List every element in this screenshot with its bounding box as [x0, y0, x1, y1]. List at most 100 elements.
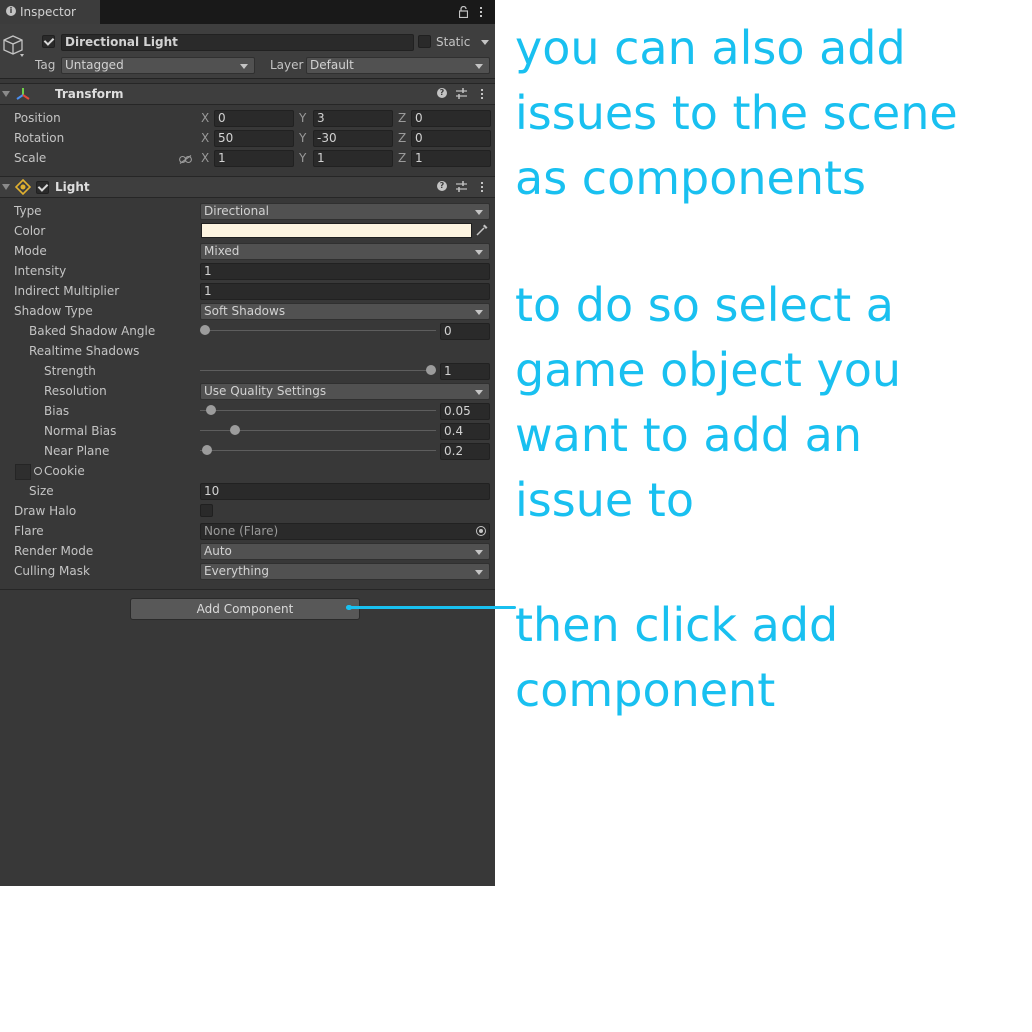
culling-mask-dropdown[interactable]: Everything: [200, 563, 490, 580]
rotation-y-field[interactable]: -30: [313, 130, 393, 147]
annotation-line: then click add: [515, 598, 839, 652]
static-label: Static: [436, 35, 471, 49]
chevron-down-icon: [475, 570, 483, 575]
baked-shadow-angle-slider[interactable]: [200, 330, 436, 331]
chevron-down-icon: [475, 310, 483, 315]
draw-halo-checkbox[interactable]: [200, 504, 213, 517]
scale-x-field[interactable]: 1: [214, 150, 294, 167]
presets-icon[interactable]: [456, 88, 467, 99]
realtime-shadows-label: Realtime Shadows: [29, 344, 140, 358]
near-plane-slider[interactable]: [200, 450, 436, 451]
component-menu-icon[interactable]: [481, 89, 484, 100]
bias-field[interactable]: 0.05: [440, 403, 490, 420]
inspector-panel: i Inspector Directional Light Static Tag…: [0, 0, 495, 886]
scale-z-field[interactable]: 1: [411, 150, 491, 167]
transform-icon: [15, 87, 31, 101]
object-picker-icon[interactable]: [34, 467, 42, 475]
type-value: Directional: [204, 204, 269, 218]
flare-label: Flare: [14, 524, 44, 538]
resolution-dropdown[interactable]: Use Quality Settings: [200, 383, 490, 400]
axis-y-label: Y: [299, 131, 307, 145]
layer-dropdown[interactable]: Default: [306, 57, 490, 74]
intensity-label: Intensity: [14, 264, 67, 278]
axis-x-label: X: [201, 151, 210, 165]
help-icon[interactable]: ?: [437, 181, 447, 191]
color-swatch[interactable]: [201, 223, 472, 238]
light-title: Light: [55, 180, 90, 194]
tag-dropdown[interactable]: Untagged: [61, 57, 255, 74]
strength-label: Strength: [44, 364, 96, 378]
eyedropper-icon[interactable]: [476, 224, 488, 236]
cookie-thumbnail[interactable]: [15, 464, 31, 480]
chevron-down-icon: [475, 250, 483, 255]
lock-icon[interactable]: [458, 5, 469, 19]
strength-knob[interactable]: [426, 365, 436, 375]
add-component-button[interactable]: Add Component: [130, 598, 360, 620]
static-dropdown-arrow-icon[interactable]: [481, 40, 489, 45]
component-menu-icon[interactable]: [481, 182, 484, 193]
indirect-multiplier-field[interactable]: 1: [200, 283, 490, 300]
culling-mask-label: Culling Mask: [14, 564, 90, 578]
tab-inspector[interactable]: i Inspector: [0, 0, 100, 24]
rotation-x-field[interactable]: 50: [214, 130, 294, 147]
tab-inspector-label: Inspector: [20, 5, 76, 19]
scale-label: Scale: [14, 151, 47, 165]
axis-z-label: Z: [398, 111, 407, 125]
mode-value: Mixed: [204, 244, 240, 258]
active-checkbox[interactable]: [42, 35, 55, 48]
static-checkbox[interactable]: [418, 35, 431, 48]
tag-value: Untagged: [65, 58, 124, 72]
near-plane-knob[interactable]: [202, 445, 212, 455]
normal-bias-field[interactable]: 0.4: [440, 423, 490, 440]
tab-menu-icon[interactable]: [480, 7, 483, 18]
size-label: Size: [29, 484, 54, 498]
position-label: Position: [14, 111, 61, 125]
mode-dropdown[interactable]: Mixed: [200, 243, 490, 260]
annotation-line: as components: [515, 151, 866, 205]
light-header[interactable]: Light ?: [0, 176, 495, 198]
size-field[interactable]: 10: [200, 483, 490, 500]
rotation-z-field[interactable]: 0: [411, 130, 491, 147]
strength-field[interactable]: 1: [440, 363, 490, 380]
bias-label: Bias: [44, 404, 70, 418]
annotation-line: issues to the scene: [515, 86, 958, 140]
draw-halo-label: Draw Halo: [14, 504, 77, 518]
normal-bias-knob[interactable]: [230, 425, 240, 435]
scale-y-field[interactable]: 1: [313, 150, 393, 167]
foldout-arrow-icon[interactable]: [2, 184, 10, 190]
constrain-proportions-icon[interactable]: [179, 153, 192, 164]
foldout-arrow-icon[interactable]: [2, 91, 10, 97]
chevron-down-icon: [475, 390, 483, 395]
presets-icon[interactable]: [456, 181, 467, 192]
rotation-label: Rotation: [14, 131, 65, 145]
flare-field[interactable]: None (Flare): [200, 523, 490, 540]
normal-bias-label: Normal Bias: [44, 424, 117, 438]
transform-header[interactable]: Transform ?: [0, 83, 495, 105]
bias-knob[interactable]: [206, 405, 216, 415]
near-plane-field[interactable]: 0.2: [440, 443, 490, 460]
baked-shadow-angle-label: Baked Shadow Angle: [29, 324, 156, 338]
flare-value: None (Flare): [204, 524, 279, 538]
axis-x-label: X: [201, 111, 210, 125]
axis-y-label: Y: [299, 151, 307, 165]
type-label: Type: [14, 204, 42, 218]
bias-slider[interactable]: [200, 410, 436, 411]
baked-shadow-angle-field[interactable]: 0: [440, 323, 490, 340]
help-icon[interactable]: ?: [437, 88, 447, 98]
annotation-line: issue to: [515, 473, 694, 527]
intensity-field[interactable]: 1: [200, 263, 490, 280]
light-enabled-checkbox[interactable]: [36, 181, 49, 194]
render-mode-dropdown[interactable]: Auto: [200, 543, 490, 560]
shadow-type-dropdown[interactable]: Soft Shadows: [200, 303, 490, 320]
render-mode-value: Auto: [204, 544, 232, 558]
object-picker-icon[interactable]: [476, 526, 486, 536]
chevron-down-icon: [240, 64, 248, 69]
position-y-field[interactable]: 3: [313, 110, 393, 127]
strength-slider[interactable]: [200, 370, 436, 371]
position-z-field[interactable]: 0: [411, 110, 491, 127]
indirect-multiplier-label: Indirect Multiplier: [14, 284, 120, 298]
baked-shadow-angle-knob[interactable]: [200, 325, 210, 335]
type-dropdown[interactable]: Directional: [200, 203, 490, 220]
object-name-field[interactable]: Directional Light: [61, 34, 414, 51]
position-x-field[interactable]: 0: [214, 110, 294, 127]
